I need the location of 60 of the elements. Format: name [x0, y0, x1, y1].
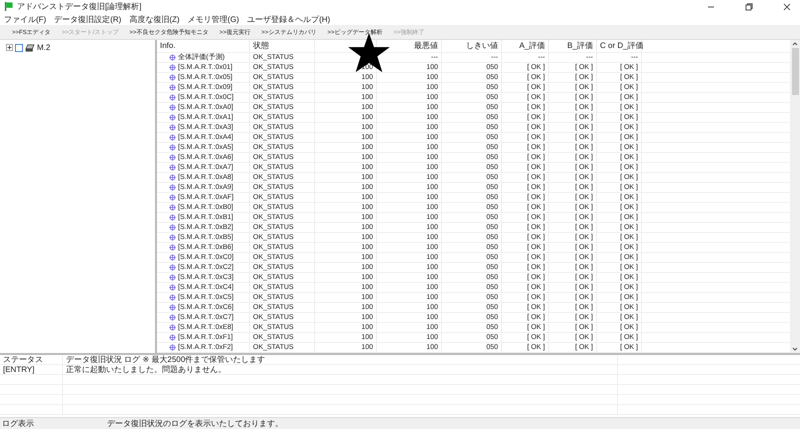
log-header: データ復旧状況 ログ ※ 最大2500件まで保管いたします [66, 355, 266, 364]
column-header[interactable]: しきい値 [466, 41, 498, 50]
scrollbar[interactable] [790, 40, 800, 353]
target-icon [169, 264, 176, 271]
target-icon [169, 114, 176, 121]
checkbox[interactable] [15, 44, 23, 52]
expand-icon[interactable] [6, 44, 13, 51]
target-icon [169, 54, 176, 61]
target-icon [169, 294, 176, 301]
target-icon [169, 284, 176, 291]
column-header[interactable]: C or D_評価 [600, 41, 644, 50]
menu-item[interactable]: ファイル(F) [4, 14, 46, 24]
target-icon [169, 174, 176, 181]
target-icon [169, 74, 176, 81]
target-icon [169, 254, 176, 261]
target-icon [169, 194, 176, 201]
target-icon [169, 344, 176, 351]
status-text: データ復旧状況のログを表示いたしております。 [107, 418, 283, 429]
target-icon [169, 204, 176, 211]
scroll-down-icon[interactable] [790, 345, 800, 353]
target-icon [169, 184, 176, 191]
menu-item[interactable]: メモリ管理(G) [188, 14, 240, 24]
target-icon [169, 224, 176, 231]
column-header[interactable]: 状態 [253, 41, 269, 50]
scroll-up-icon[interactable] [790, 40, 800, 48]
column-header[interactable]: B_評価 [567, 41, 593, 50]
target-icon [169, 164, 176, 171]
target-icon [169, 94, 176, 101]
target-icon [169, 214, 176, 221]
app-icon [4, 2, 13, 11]
target-icon [169, 104, 176, 111]
window-title: アドバンストデータ復旧[論理解析] [17, 1, 142, 12]
target-icon [169, 234, 176, 241]
status-text: ログ表示 [1, 418, 35, 429]
target-icon [169, 324, 176, 331]
target-icon [169, 154, 176, 161]
target-icon [169, 144, 176, 151]
target-icon [169, 84, 176, 91]
tree-item[interactable]: M.2 [37, 43, 50, 52]
target-icon [169, 274, 176, 281]
target-icon [169, 134, 176, 141]
menu-item[interactable]: ユーザ登録＆ヘルプ(H) [247, 14, 330, 24]
target-icon [169, 314, 176, 321]
target-icon [169, 244, 176, 251]
star-icon [348, 33, 390, 73]
menu-item[interactable]: データ復旧設定(R) [54, 14, 122, 24]
target-icon [169, 334, 176, 341]
close-icon[interactable] [782, 2, 792, 12]
target-icon [169, 304, 176, 311]
column-header[interactable]: Info. [160, 40, 176, 52]
target-icon [169, 64, 176, 71]
column-header[interactable]: 最悪値 [414, 41, 438, 50]
column-header[interactable]: A_評価 [519, 41, 545, 50]
log-cell: 正常に起動いたしました。問題ありません。 [66, 365, 226, 374]
menu-item[interactable]: 高度な復旧(Z) [129, 14, 180, 24]
log-cell: [ENTRY] [3, 365, 34, 374]
target-icon [169, 124, 176, 131]
restore-icon[interactable] [744, 2, 754, 12]
drive-icon [25, 44, 35, 52]
log-header: ステータス [3, 355, 43, 364]
